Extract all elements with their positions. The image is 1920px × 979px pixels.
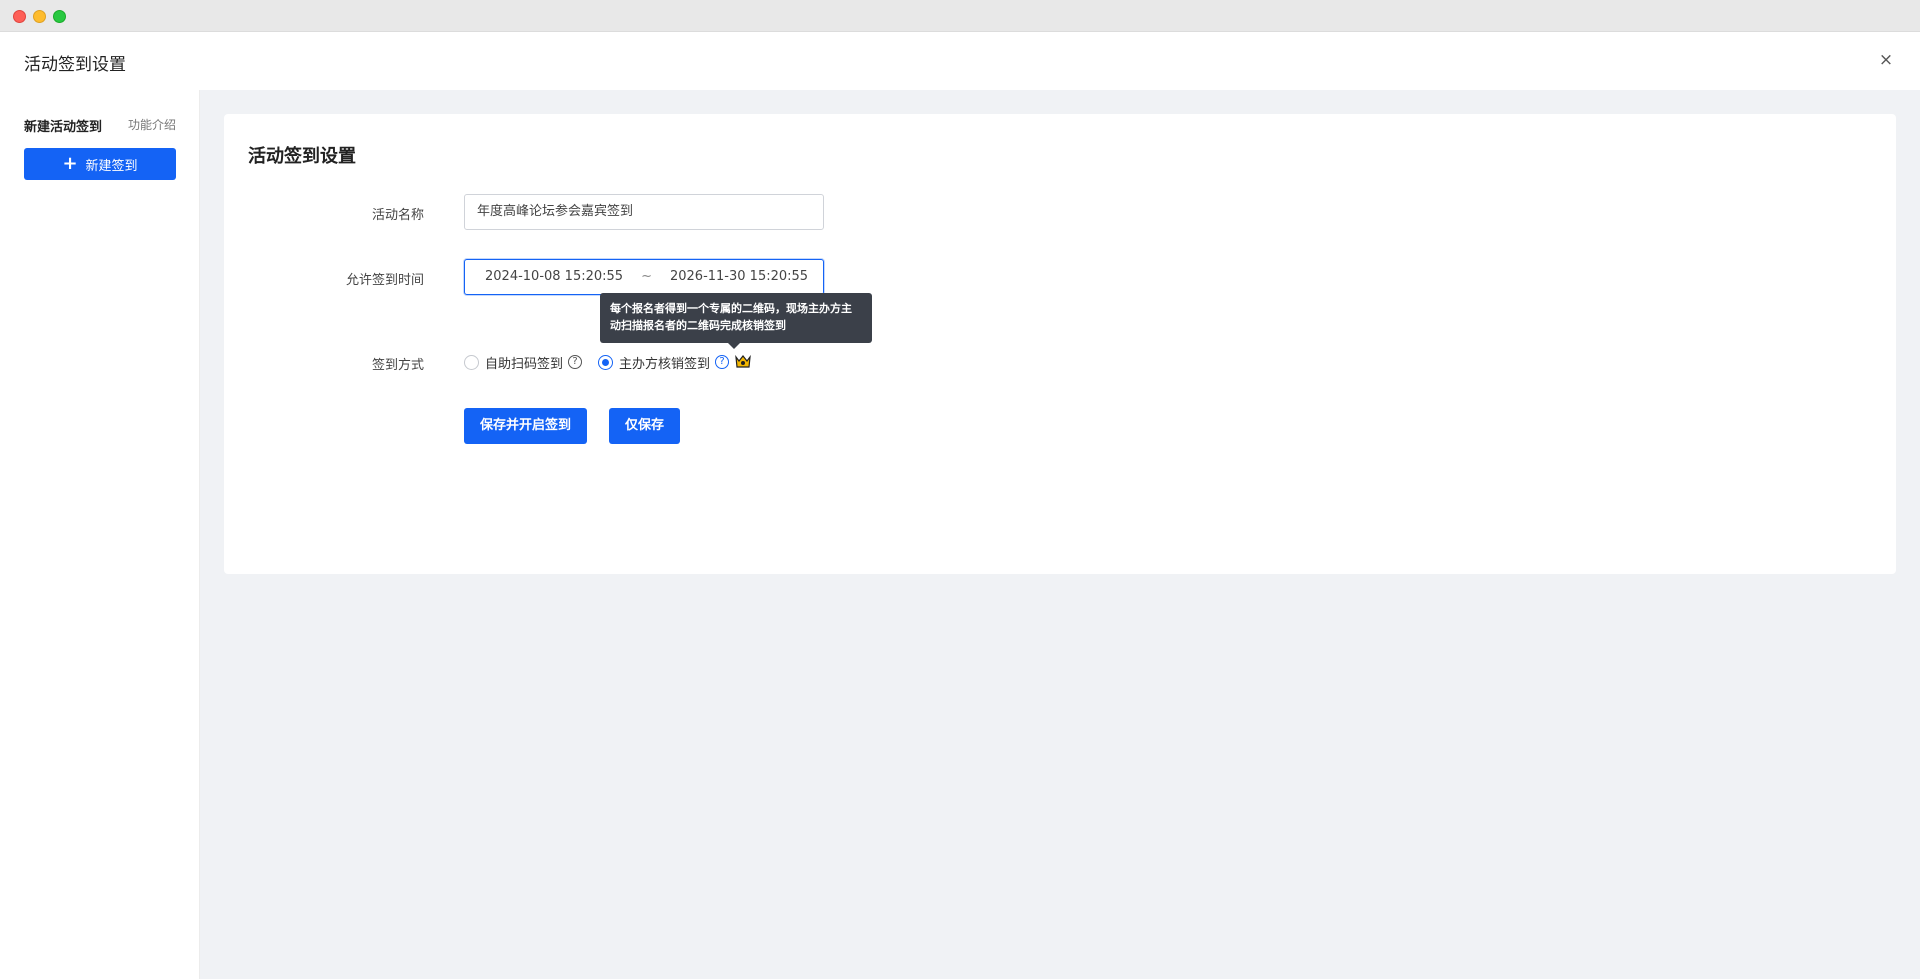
close-window-icon[interactable] — [13, 10, 26, 23]
range-separator: ~ — [641, 269, 652, 284]
close-icon[interactable]: × — [1876, 50, 1896, 70]
card-title: 活动签到设置 — [248, 146, 356, 167]
new-checkin-label: 新建签到 — [85, 158, 138, 174]
help-tooltip: 每个报名者得到一个专属的二维码，现场主办方主动扫描报名者的二维码完成核销签到 — [600, 293, 872, 349]
radio-circle[interactable] — [464, 354, 479, 370]
vip-crown-icon — [735, 355, 751, 368]
dialog-window: 活动签到设置 × 新建活动签到 功能介绍 + 新建签到 活动签到设置 活动名称 … — [0, 32, 1920, 979]
dialog-title: 活动签到设置 — [24, 55, 126, 75]
radio-self-scan[interactable]: 自助扫码签到 ? — [464, 353, 583, 372]
feature-intro-link[interactable]: 功能介绍 — [128, 116, 176, 133]
maximize-window-icon[interactable] — [53, 10, 66, 23]
radio-host-verify[interactable]: 主办方核销签到 ? — [598, 353, 751, 372]
checkin-time-label: 允许签到时间 — [345, 273, 424, 288]
start-time-value: 2024-10-08 15:20:55 — [485, 269, 624, 284]
checkin-method-group: 自助扫码签到 ? 主办方核销签到 ? — [464, 352, 751, 372]
sidebar: 新建活动签到 功能介绍 + 新建签到 — [0, 90, 200, 979]
activity-name-input[interactable]: 年度高峰论坛参会嘉宾签到 — [464, 194, 824, 230]
end-time-value: 2026-11-30 15:20:55 — [669, 269, 809, 284]
dialog-header: 活动签到设置 × — [0, 32, 1920, 90]
window-titlebar — [0, 0, 1920, 32]
minimize-window-icon[interactable] — [33, 10, 46, 23]
checkin-time-range-picker[interactable]: 2024-10-08 15:20:55 ~2026-11-30 15:20:55 — [464, 259, 824, 295]
radio-circle-checked[interactable] — [598, 354, 614, 370]
save-and-start-button[interactable]: 保存并开启签到 — [464, 408, 588, 444]
new-checkin-button[interactable]: + 新建签到 — [24, 148, 176, 180]
radio-label: 主办方核销签到 — [619, 356, 711, 372]
checkin-method-label: 签到方式 — [371, 358, 424, 373]
help-icon[interactable]: ? — [568, 355, 583, 369]
save-only-button[interactable]: 仅保存 — [609, 408, 681, 444]
sidebar-heading: 新建活动签到 — [24, 120, 103, 135]
activity-name-label: 活动名称 — [371, 208, 424, 223]
plus-icon: + — [62, 153, 78, 174]
settings-card: 活动签到设置 活动名称 年度高峰论坛参会嘉宾签到 允许签到时间 2024-10-… — [224, 114, 1896, 574]
radio-label: 自助扫码签到 — [485, 356, 564, 372]
help-icon[interactable]: ? — [715, 355, 730, 369]
main-content: 活动签到设置 活动名称 年度高峰论坛参会嘉宾签到 允许签到时间 2024-10-… — [200, 90, 1920, 979]
